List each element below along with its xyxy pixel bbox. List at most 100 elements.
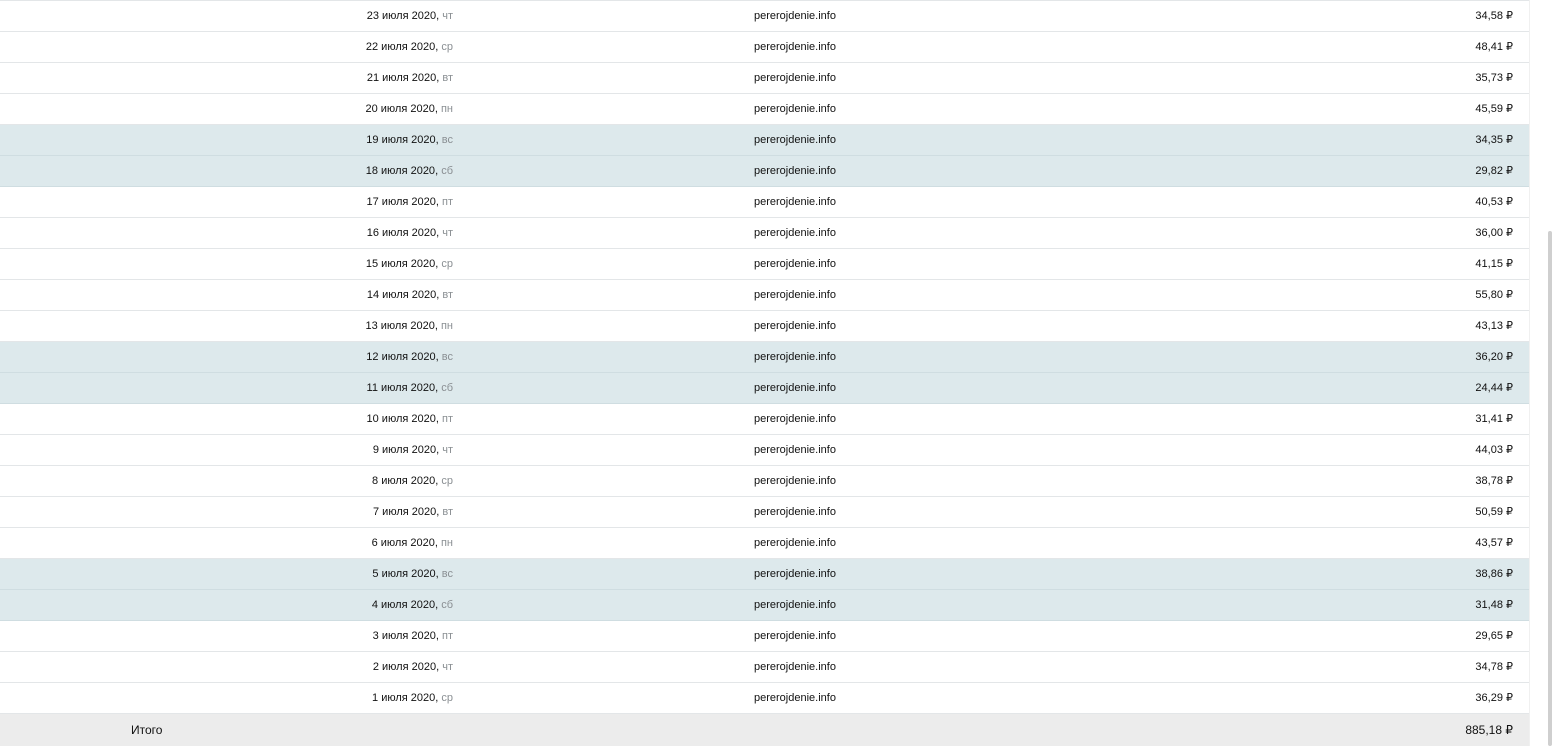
date-cell: 13 июля 2020, пн <box>365 320 453 332</box>
earnings-table: 23 июля 2020, чт pererojdenie.info 34,58 ₽… <box>0 0 1530 714</box>
date-cell: 16 июля 2020, чт <box>366 227 453 239</box>
date-text: 15 июля 2020 <box>365 258 436 270</box>
amount-cell: 24,44 ₽ <box>1475 382 1513 394</box>
table-row: 16 июля 2020, чт pererojdenie.info 36,00 ₽ <box>0 218 1530 249</box>
table-row: 1 июля 2020, ср pererojdenie.info 36,29 ₽ <box>0 683 1530 714</box>
date-text: 4 июля 2020 <box>371 599 436 611</box>
weekday-label: пн <box>440 537 453 549</box>
table-row: 12 июля 2020, вс pererojdenie.info 36,20 ₽ <box>0 342 1530 373</box>
date-text: 6 июля 2020 <box>371 537 435 549</box>
date-cell: 5 июля 2020, вс <box>372 568 453 580</box>
site-cell: pererojdenie.info <box>754 72 836 84</box>
date-text: 20 июля 2020 <box>365 103 435 115</box>
date-text: 18 июля 2020 <box>365 165 436 177</box>
site-cell: pererojdenie.info <box>754 134 836 146</box>
date-cell: 21 июля 2020, вт <box>366 72 453 84</box>
date-text: 10 июля 2020 <box>366 413 436 425</box>
site-cell: pererojdenie.info <box>754 506 836 518</box>
amount-cell: 34,58 ₽ <box>1475 10 1513 22</box>
weekday-label: сб <box>441 599 453 611</box>
site-cell: pererojdenie.info <box>754 41 836 53</box>
table-row: 6 июля 2020, пн pererojdenie.info 43,57 ₽ <box>0 528 1530 559</box>
site-cell: pererojdenie.info <box>754 692 836 704</box>
site-cell: pererojdenie.info <box>754 475 836 487</box>
table-row: 3 июля 2020, пт pererojdenie.info 29,65 ₽ <box>0 621 1530 652</box>
table-row: 18 июля 2020, сб pererojdenie.info 29,82 ₽ <box>0 156 1530 187</box>
amount-cell: 50,59 ₽ <box>1475 506 1513 518</box>
amount-cell: 44,03 ₽ <box>1475 444 1513 456</box>
amount-cell: 31,41 ₽ <box>1475 413 1513 425</box>
weekday-label: вт <box>442 506 453 518</box>
amount-cell: 45,59 ₽ <box>1475 103 1513 115</box>
date-text: 5 июля 2020 <box>372 568 436 580</box>
total-amount: 885,18 ₽ <box>1465 723 1513 737</box>
scrollbar-thumb[interactable] <box>1548 231 1552 746</box>
table-row: 15 июля 2020, ср pererojdenie.info 41,15 ₽ <box>0 249 1530 280</box>
site-cell: pererojdenie.info <box>754 382 836 394</box>
date-cell: 7 июля 2020, вт <box>373 506 453 518</box>
table-row: 2 июля 2020, чт pererojdenie.info 34,78 ₽ <box>0 652 1530 683</box>
table-row: 5 июля 2020, вс pererojdenie.info 38,86 ₽ <box>0 559 1530 590</box>
date-cell: 1 июля 2020, ср <box>372 692 453 704</box>
weekday-label: чт <box>442 444 453 456</box>
amount-cell: 36,00 ₽ <box>1475 227 1513 239</box>
amount-cell: 29,82 ₽ <box>1475 165 1513 177</box>
date-text: 21 июля 2020 <box>366 72 437 84</box>
table-row: 8 июля 2020, ср pererojdenie.info 38,78 ₽ <box>0 466 1530 497</box>
site-cell: pererojdenie.info <box>754 599 836 611</box>
weekday-label: вт <box>442 72 453 84</box>
weekday-label: сб <box>441 165 453 177</box>
weekday-label: ср <box>441 475 453 487</box>
date-text: 19 июля 2020 <box>366 134 436 146</box>
weekday-label: вс <box>441 351 453 363</box>
site-cell: pererojdenie.info <box>754 227 836 239</box>
weekday-label: пт <box>442 196 453 208</box>
weekday-label: ср <box>441 258 453 270</box>
weekday-label: сб <box>441 382 453 394</box>
date-cell: 4 июля 2020, сб <box>371 599 453 611</box>
table-row: 4 июля 2020, сб pererojdenie.info 31,48 ₽ <box>0 590 1530 621</box>
table-row: 9 июля 2020, чт pererojdenie.info 44,03 ₽ <box>0 435 1530 466</box>
table-row: 23 июля 2020, чт pererojdenie.info 34,58 ₽ <box>0 0 1530 32</box>
weekday-label: пн <box>440 320 453 332</box>
date-cell: 9 июля 2020, чт <box>372 444 453 456</box>
site-cell: pererojdenie.info <box>754 568 836 580</box>
amount-cell: 43,13 ₽ <box>1475 320 1513 332</box>
amount-cell: 29,65 ₽ <box>1475 630 1513 642</box>
weekday-label: чт <box>442 227 453 239</box>
date-cell: 10 июля 2020, пт <box>366 413 453 425</box>
site-cell: pererojdenie.info <box>754 320 836 332</box>
weekday-label: чт <box>442 661 453 673</box>
site-cell: pererojdenie.info <box>754 351 836 363</box>
report-page: 23 июля 2020, чт pererojdenie.info 34,58 ₽… <box>0 0 1552 746</box>
date-cell: 22 июля 2020, ср <box>365 41 453 53</box>
date-text: 13 июля 2020 <box>365 320 435 332</box>
date-cell: 11 июля 2020, сб <box>366 382 453 394</box>
date-text: 9 июля 2020 <box>372 444 437 456</box>
date-cell: 20 июля 2020, пн <box>365 103 453 115</box>
vertical-scrollbar[interactable] <box>1529 0 1552 746</box>
date-text: 1 июля 2020 <box>372 692 436 704</box>
amount-cell: 34,78 ₽ <box>1475 661 1513 673</box>
amount-cell: 38,86 ₽ <box>1475 568 1513 580</box>
table-row: 19 июля 2020, вс pererojdenie.info 34,35 ₽ <box>0 125 1530 156</box>
site-cell: pererojdenie.info <box>754 103 836 115</box>
table-row: 7 июля 2020, вт pererojdenie.info 50,59 ₽ <box>0 497 1530 528</box>
date-cell: 12 июля 2020, вс <box>366 351 453 363</box>
table-row: 17 июля 2020, пт pererojdenie.info 40,53 ₽ <box>0 187 1530 218</box>
site-cell: pererojdenie.info <box>754 289 836 301</box>
amount-cell: 36,20 ₽ <box>1475 351 1513 363</box>
date-text: 22 июля 2020 <box>365 41 436 53</box>
table-row: 22 июля 2020, ср pererojdenie.info 48,41 ₽ <box>0 32 1530 63</box>
amount-cell: 41,15 ₽ <box>1475 258 1513 270</box>
site-cell: pererojdenie.info <box>754 444 836 456</box>
site-cell: pererojdenie.info <box>754 196 836 208</box>
amount-cell: 31,48 ₽ <box>1475 599 1513 611</box>
site-cell: pererojdenie.info <box>754 630 836 642</box>
weekday-label: пт <box>442 630 453 642</box>
date-cell: 3 июля 2020, пт <box>372 630 453 642</box>
date-text: 23 июля 2020 <box>366 10 437 22</box>
date-cell: 15 июля 2020, ср <box>365 258 453 270</box>
weekday-label: вт <box>442 289 453 301</box>
date-cell: 19 июля 2020, вс <box>366 134 453 146</box>
